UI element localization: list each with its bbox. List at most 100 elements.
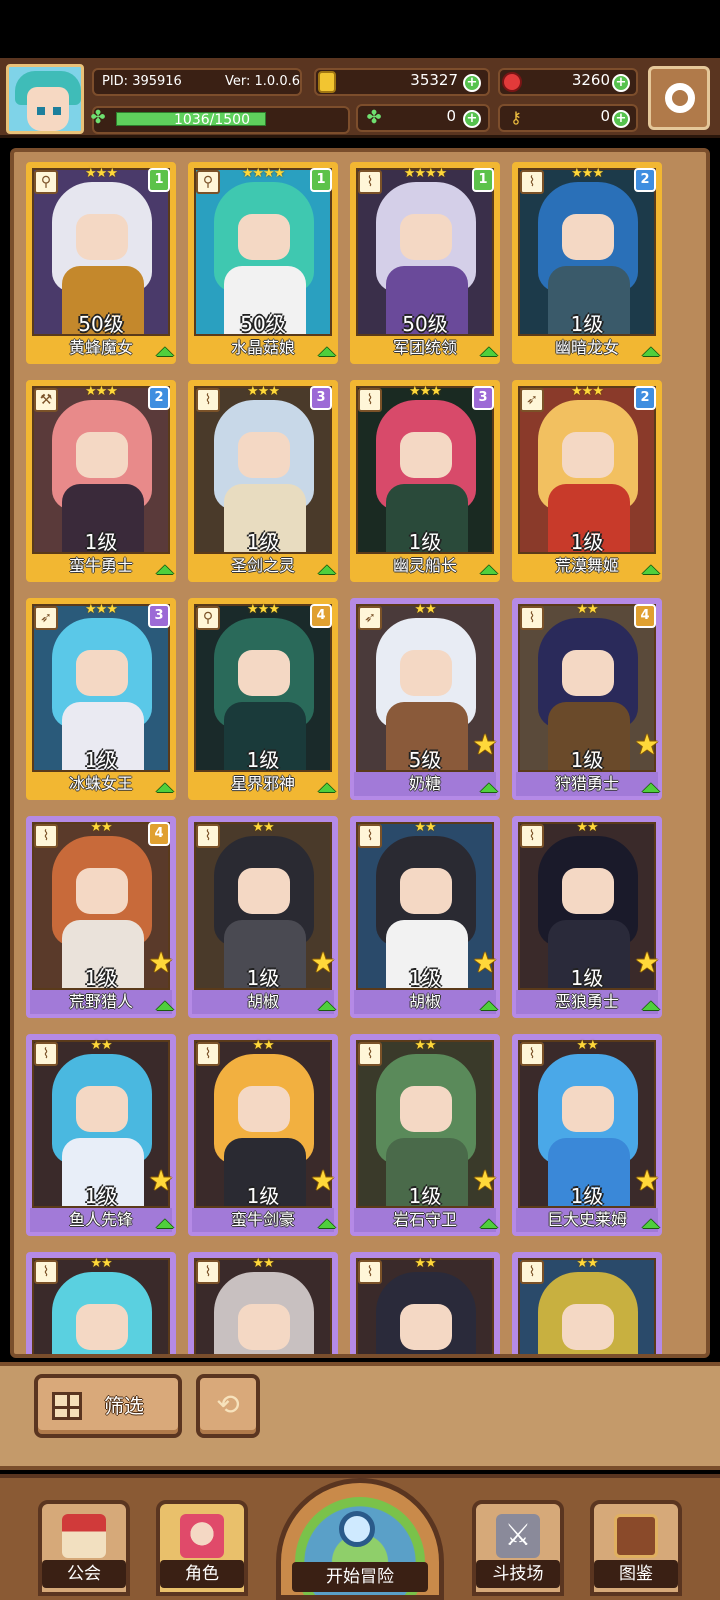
player-avatar[interactable] [6, 64, 84, 134]
rarity-stars: ★★ [414, 602, 436, 617]
character-face [76, 432, 128, 478]
level-up-arrow-icon[interactable]: ⏶ [636, 556, 666, 584]
level-up-arrow-icon[interactable]: ⏶ [474, 774, 504, 802]
character-face [238, 868, 290, 914]
character-card[interactable]: ⌇ ★★ [188, 1252, 338, 1358]
star-upgrade-icon: ★ [310, 946, 336, 979]
character-face [238, 650, 290, 696]
character-card[interactable]: ➶ ★★★ 2 1级 荒漠舞姬 ⏶ [512, 380, 662, 584]
level-up-arrow-icon[interactable]: ⏶ [474, 992, 504, 1020]
key-icon: ⚷ [510, 108, 522, 127]
add-clover-button[interactable]: + [463, 110, 481, 128]
add-gem-button[interactable]: + [612, 74, 630, 92]
level-up-arrow-icon[interactable]: ⏶ [150, 1210, 180, 1238]
character-card[interactable]: ⌇ ★★ 1级 ★ 鱼人先锋 ⏶ [26, 1034, 176, 1238]
character-card[interactable]: ⌇ ★★★ 3 1级 幽灵船长 ⏶ [350, 380, 500, 584]
character-card[interactable]: ⌇ ★★★ 2 1级 幽暗龙女 ⏶ [512, 162, 662, 366]
character-card[interactable]: ➶ ★★★ 3 1级 冰蛛女王 ⏶ [26, 598, 176, 802]
level-up-arrow-icon[interactable]: ⏶ [312, 556, 342, 584]
character-face [76, 1304, 128, 1350]
character-face [562, 1086, 614, 1132]
character-card[interactable]: ⌇ ★★ [512, 1252, 662, 1354]
character-card[interactable]: ⌇ ★★ 1级 ★ 岩石守卫 ⏶ [350, 1034, 500, 1238]
add-gold-button[interactable]: + [463, 74, 481, 92]
character-card[interactable]: ⚲ ★★★★ 1 50级 水晶菇娘 ⏶ [188, 162, 338, 366]
start-adventure-label: 开始冒险 [292, 1562, 428, 1592]
add-key-button[interactable]: + [612, 110, 630, 128]
rank-badge: 2 [148, 386, 170, 410]
character-level: 1级 [570, 530, 604, 554]
level-up-arrow-icon[interactable]: ⏶ [474, 556, 504, 584]
character-card[interactable]: ⌇ ★★ [26, 1252, 176, 1354]
character-face [76, 650, 128, 696]
level-up-arrow-icon[interactable]: ⏶ [312, 1210, 342, 1238]
character-level: 50级 [240, 312, 286, 336]
energy-clover-icon: ✤ [90, 107, 106, 128]
filter-button[interactable]: 筛选 [34, 1374, 182, 1438]
level-up-arrow-icon[interactable]: ⏶ [312, 338, 342, 366]
character-card[interactable]: ⌇ ★★ [350, 1252, 500, 1358]
character-card[interactable]: ⚲ ★★★ 4 1级 星界邪神 ⏶ [188, 598, 338, 802]
energy-panel: 1036/1500 [92, 106, 350, 134]
character-card[interactable]: ⚒ ★★★ 2 1级 蛮牛勇士 ⏶ [26, 380, 176, 584]
gem-amount: 3260 [571, 71, 610, 89]
gold-amount: 35327 [410, 71, 458, 89]
clover-icon: ✤ [366, 107, 382, 128]
character-card[interactable]: ⌇ ★★ 4 1级 ★ 荒野猎人 ⏶ [26, 816, 176, 1020]
character-icon [180, 1514, 224, 1558]
level-up-arrow-icon[interactable]: ⏶ [150, 556, 180, 584]
nav-guild[interactable]: 公会 [38, 1500, 130, 1596]
rank-badge: 1 [148, 168, 170, 192]
nav-character-label: 角色 [160, 1560, 244, 1588]
settings-button[interactable] [648, 66, 710, 130]
character-card[interactable]: ⌇ ★★ 1级 ★ 胡椒 ⏶ [350, 816, 500, 1020]
refresh-icon: ⟲ [216, 1388, 240, 1421]
character-card[interactable]: ⌇ ★★ 1级 ★ 巨大史莱姆 ⏶ [512, 1034, 662, 1238]
level-up-arrow-icon[interactable]: ⏶ [312, 774, 342, 802]
character-card[interactable]: ⚲ ★★★ 1 50级 黄蜂魔女 ⏶ [26, 162, 176, 366]
character-face [400, 1304, 452, 1350]
character-face [76, 214, 128, 260]
character-card[interactable]: ⌇ ★★ 1级 ★ 胡椒 ⏶ [188, 816, 338, 1020]
star-upgrade-icon: ★ [310, 1164, 336, 1197]
character-face [238, 1304, 290, 1350]
nav-codex[interactable]: 图鉴 [590, 1500, 682, 1596]
character-card[interactable]: ⌇ ★★ 1级 ★ 蛮牛剑豪 ⏶ [188, 1034, 338, 1238]
character-card[interactable]: ⌇ ★★ 1级 ★ 恶狼勇士 ⏶ [512, 816, 662, 1020]
character-face [562, 214, 614, 260]
character-body [386, 1356, 468, 1358]
level-up-arrow-icon[interactable]: ⏶ [474, 338, 504, 366]
level-up-arrow-icon[interactable]: ⏶ [636, 992, 666, 1020]
player-id: PID: 395916 [102, 74, 182, 89]
nav-character[interactable]: 角色 [156, 1500, 248, 1596]
level-up-arrow-icon[interactable]: ⏶ [636, 338, 666, 366]
character-card[interactable]: ⌇ ★★ 4 1级 ★ 狩猎勇士 ⏶ [512, 598, 662, 802]
clover-amount: 0 [446, 107, 456, 125]
character-card[interactable]: ⌇ ★★★★ 1 50级 军团统领 ⏶ [350, 162, 500, 366]
rank-badge: 2 [634, 168, 656, 192]
gold-coin-icon [318, 71, 336, 93]
level-up-arrow-icon[interactable]: ⏶ [150, 774, 180, 802]
nav-arena[interactable]: ⚔ 斗技场 [472, 1500, 564, 1596]
refresh-button[interactable]: ⟲ [196, 1374, 260, 1438]
character-face [562, 1304, 614, 1350]
character-card[interactable]: ⌇ ★★★ 3 1级 圣剑之灵 ⏶ [188, 380, 338, 584]
level-up-arrow-icon[interactable]: ⏶ [636, 1210, 666, 1238]
level-up-arrow-icon[interactable]: ⏶ [150, 338, 180, 366]
version-label: Ver: 1.0.0.6 [225, 74, 300, 89]
character-grid[interactable]: ⚲ ★★★ 1 50级 黄蜂魔女 ⏶ ⚲ ★★★★ 1 50级 水晶菇娘 ⏶ ⌇… [10, 148, 710, 1358]
level-up-arrow-icon[interactable]: ⏶ [636, 774, 666, 802]
character-face [400, 214, 452, 260]
level-up-arrow-icon[interactable]: ⏶ [312, 992, 342, 1020]
star-upgrade-icon: ★ [472, 946, 498, 979]
rarity-stars: ★★ [576, 820, 598, 835]
level-up-arrow-icon[interactable]: ⏶ [474, 1210, 504, 1238]
level-up-arrow-icon[interactable]: ⏶ [150, 992, 180, 1020]
rarity-stars: ★★ [90, 1256, 112, 1271]
character-card[interactable]: ➶ ★★ 5级 ★ 奶糖 ⏶ [350, 598, 500, 802]
character-face [76, 868, 128, 914]
character-level: 1级 [84, 530, 118, 554]
character-body [224, 1356, 306, 1358]
star-upgrade-icon: ★ [472, 1164, 498, 1197]
nav-codex-label: 图鉴 [594, 1560, 678, 1588]
